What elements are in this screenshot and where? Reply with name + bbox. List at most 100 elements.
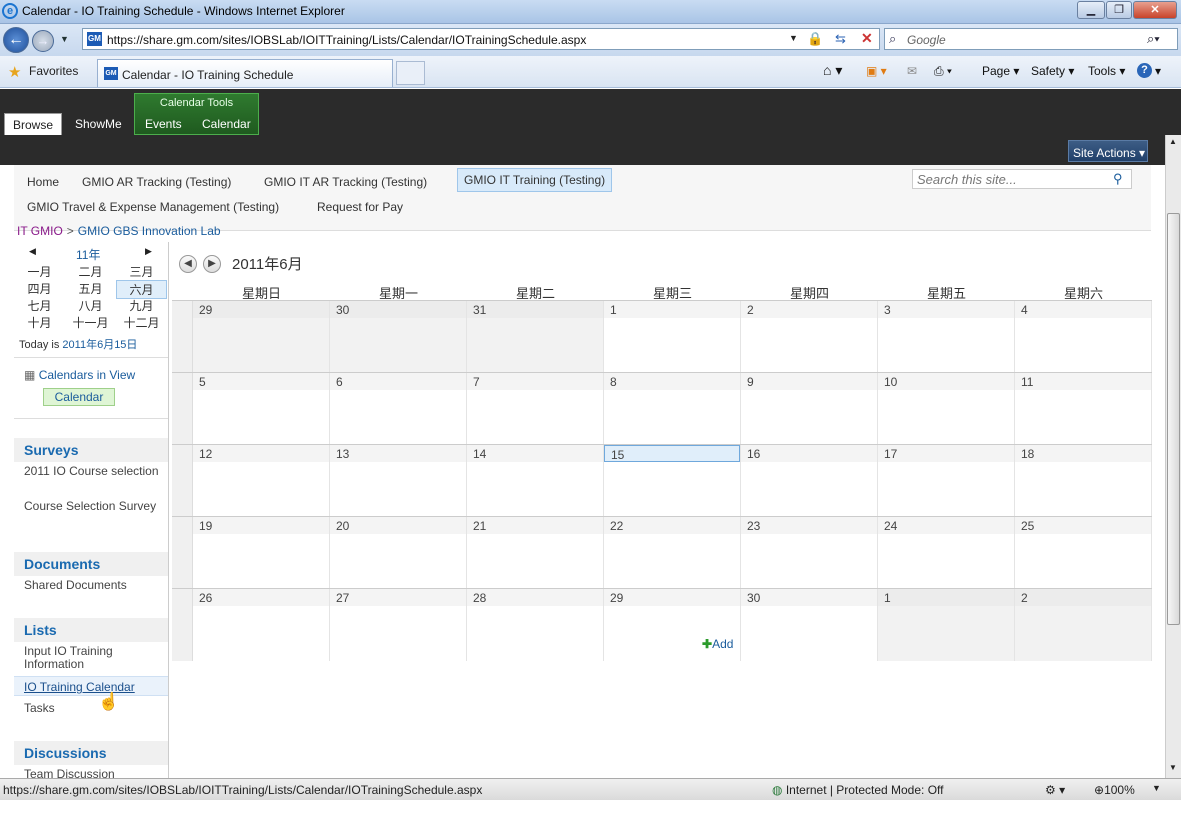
address-url[interactable]: https://share.gm.com/sites/IOBSLab/IOITT…	[107, 33, 586, 47]
calendar-overlay-chip[interactable]: Calendar	[43, 388, 115, 406]
day-cell[interactable]: 29	[193, 301, 330, 373]
year-label[interactable]: 11年	[76, 246, 100, 263]
day-cell[interactable]: 1	[604, 301, 741, 373]
day-number[interactable]: 25	[1015, 517, 1151, 534]
topnav-gmio-ar-tracking[interactable]: GMIO AR Tracking (Testing)	[76, 171, 237, 193]
day-number[interactable]: 3	[878, 301, 1014, 318]
day-number[interactable]: 19	[193, 517, 329, 534]
day-cell[interactable]: 30	[330, 301, 467, 373]
day-cell[interactable]: 14	[467, 445, 604, 517]
day-cell[interactable]: 17	[878, 445, 1015, 517]
next-month-button[interactable]: ▶	[203, 255, 221, 273]
day-number[interactable]: 14	[467, 445, 603, 462]
day-cell[interactable]: 9	[741, 373, 878, 445]
day-cell[interactable]: 21	[467, 517, 604, 589]
month-cell[interactable]: 一月	[14, 263, 65, 280]
browser-tab-active[interactable]: GM Calendar - IO Training Schedule	[97, 59, 393, 87]
day-cell[interactable]: 26	[193, 589, 330, 661]
day-number[interactable]: 31	[467, 301, 603, 318]
nav-tasks[interactable]: Tasks	[24, 702, 164, 715]
day-cell[interactable]: 6	[330, 373, 467, 445]
nav-course-selection-survey[interactable]: Course Selection Survey	[24, 500, 164, 513]
lock-icon[interactable]: 🔒	[807, 31, 823, 47]
breadcrumb-root[interactable]: IT GMIO	[17, 224, 63, 238]
help-icon[interactable]: ?	[1137, 63, 1152, 78]
web-search-placeholder[interactable]: Google	[907, 33, 946, 47]
month-cell[interactable]: 八月	[65, 297, 116, 314]
prev-month-button[interactable]: ◀	[179, 255, 197, 273]
day-cell[interactable]: 12	[193, 445, 330, 517]
day-number[interactable]: 13	[330, 445, 466, 462]
vertical-scrollbar[interactable]: ▲ ▼	[1165, 135, 1181, 778]
month-cell[interactable]: 十一月	[65, 314, 116, 331]
security-zone[interactable]: ◍ Internet | Protected Mode: Off	[772, 783, 943, 797]
day-number[interactable]: 11	[1015, 373, 1151, 390]
ribbon-tab-events[interactable]: Events	[137, 113, 190, 135]
day-cell[interactable]: 27	[330, 589, 467, 661]
day-number[interactable]: 16	[741, 445, 877, 462]
month-cell[interactable]: 四月	[14, 280, 65, 297]
page-menu[interactable]: Page ▾	[982, 64, 1019, 78]
day-number[interactable]: 30	[330, 301, 466, 318]
day-number[interactable]: 15	[604, 445, 740, 462]
day-number[interactable]: 18	[1015, 445, 1151, 462]
day-number[interactable]: 1	[878, 589, 1014, 606]
day-cell[interactable]: 11	[1015, 373, 1152, 445]
month-cell[interactable]: 三月	[116, 263, 167, 280]
day-cell[interactable]: 30	[741, 589, 878, 661]
breadcrumb-current[interactable]: GMIO GBS Innovation Lab	[78, 224, 221, 238]
nav-shared-documents[interactable]: Shared Documents	[24, 579, 164, 592]
prev-year-icon[interactable]: ◀	[29, 246, 36, 257]
zoom-level[interactable]: ⊕100%	[1094, 783, 1135, 797]
day-cell[interactable]: 7	[467, 373, 604, 445]
day-number[interactable]: 4	[1015, 301, 1151, 318]
day-number[interactable]: 24	[878, 517, 1014, 534]
close-button[interactable]: ✕	[1133, 1, 1177, 19]
topnav-gmio-it-ar-tracking[interactable]: GMIO IT AR Tracking (Testing)	[258, 171, 433, 193]
nav-input-io-training-information[interactable]: Input IO Training Information	[24, 645, 164, 671]
day-number[interactable]: 17	[878, 445, 1014, 462]
day-number[interactable]: 29	[193, 301, 329, 318]
day-number[interactable]: 8	[604, 373, 740, 390]
day-cell[interactable]: 20	[330, 517, 467, 589]
discussions-heading[interactable]: Discussions	[14, 741, 168, 765]
scroll-down-icon[interactable]: ▼	[1169, 763, 1177, 772]
day-cell[interactable]: 2	[741, 301, 878, 373]
print-icon[interactable]: ⎙ ▾	[934, 64, 952, 79]
tools-menu[interactable]: Tools ▾	[1088, 64, 1125, 78]
day-number[interactable]: 20	[330, 517, 466, 534]
day-cell[interactable]: 10	[878, 373, 1015, 445]
search-go-icon[interactable]: ⌕▾	[1147, 31, 1160, 47]
add-event-link[interactable]: ✚Add	[702, 637, 733, 651]
favorites-star-icon[interactable]: ★	[8, 63, 21, 81]
day-number[interactable]: 21	[467, 517, 603, 534]
minimize-button[interactable]: ▁	[1077, 1, 1105, 19]
zoom-dropdown-icon[interactable]: ▼	[1152, 783, 1161, 793]
topnav-gmio-travel-expense[interactable]: GMIO Travel & Expense Management (Testin…	[21, 196, 285, 218]
day-number[interactable]: 5	[193, 373, 329, 390]
day-cell[interactable]: 1	[878, 589, 1015, 661]
nav-team-discussion[interactable]: Team Discussion	[24, 768, 164, 779]
today-date-link[interactable]: 2011年6月15日	[62, 339, 137, 351]
ribbon-tab-browse[interactable]: Browse	[4, 113, 63, 135]
day-cell[interactable]: 13	[330, 445, 467, 517]
maximize-button[interactable]: ❐	[1106, 1, 1132, 19]
nav-2011-io-course-selection[interactable]: 2011 IO Course selection	[24, 465, 164, 478]
day-number[interactable]: 22	[604, 517, 740, 534]
day-number[interactable]: 28	[467, 589, 603, 606]
day-cell[interactable]: 22	[604, 517, 741, 589]
day-number[interactable]: 2	[741, 301, 877, 318]
day-number[interactable]: 12	[193, 445, 329, 462]
day-number[interactable]: 30	[741, 589, 877, 606]
day-number[interactable]: 23	[741, 517, 877, 534]
address-bar[interactable]: GM https://share.gm.com/sites/IOBSLab/IO…	[82, 28, 880, 50]
new-tab-button[interactable]	[396, 61, 425, 85]
day-number[interactable]: 6	[330, 373, 466, 390]
month-cell[interactable]: 十月	[14, 314, 65, 331]
topnav-gmio-it-training[interactable]: GMIO IT Training (Testing)	[457, 168, 613, 192]
forward-button[interactable]: →	[32, 30, 54, 52]
day-cell[interactable]: 5	[193, 373, 330, 445]
safety-menu[interactable]: Safety ▾	[1031, 64, 1074, 78]
day-cell[interactable]: 8	[604, 373, 741, 445]
day-cell[interactable]: 4	[1015, 301, 1152, 373]
